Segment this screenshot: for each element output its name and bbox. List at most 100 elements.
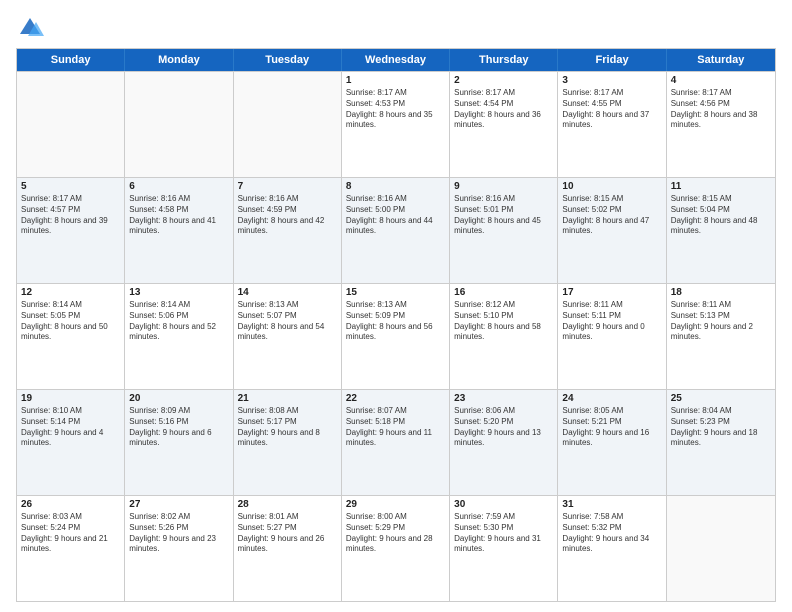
- cal-cell-empty: [234, 72, 342, 177]
- day-number: 31: [562, 499, 661, 510]
- cal-cell-day-7: 7Sunrise: 8:16 AM Sunset: 4:59 PM Daylig…: [234, 178, 342, 283]
- day-number: 22: [346, 393, 445, 404]
- day-number: 27: [129, 499, 228, 510]
- day-info: Sunrise: 8:13 AM Sunset: 5:09 PM Dayligh…: [346, 300, 445, 343]
- day-info: Sunrise: 8:05 AM Sunset: 5:21 PM Dayligh…: [562, 406, 661, 449]
- day-info: Sunrise: 8:11 AM Sunset: 5:11 PM Dayligh…: [562, 300, 661, 343]
- day-number: 21: [238, 393, 337, 404]
- cal-cell-day-11: 11Sunrise: 8:15 AM Sunset: 5:04 PM Dayli…: [667, 178, 775, 283]
- day-number: 15: [346, 287, 445, 298]
- day-info: Sunrise: 8:13 AM Sunset: 5:07 PM Dayligh…: [238, 300, 337, 343]
- cal-header-monday: Monday: [125, 49, 233, 71]
- day-number: 30: [454, 499, 553, 510]
- calendar-header-row: SundayMondayTuesdayWednesdayThursdayFrid…: [17, 49, 775, 71]
- cal-cell-day-12: 12 Sunrise: 8:14 AM Sunset: 5:05 PM Dayli…: [17, 284, 125, 389]
- cal-header-friday: Friday: [558, 49, 666, 71]
- day-info: Sunrise: 8:17 AM Sunset: 4:56 PM Dayligh…: [671, 88, 771, 131]
- day-info: Sunrise: 8:17 AM Sunset: 4:53 PM Dayligh…: [346, 88, 445, 131]
- day-number: 17: [562, 287, 661, 298]
- day-number: 16: [454, 287, 553, 298]
- logo: [16, 14, 48, 42]
- day-info: Sunrise: 8:17 AM Sunset: 4:54 PM Dayligh…: [454, 88, 553, 131]
- day-number: 10: [562, 181, 661, 192]
- cal-cell-day-1: 1 Sunrise: 8:17 AM Sunset: 4:53 PM Daylig…: [342, 72, 450, 177]
- cal-cell-day-19: 19 Sunrise: 8:10 AM Sunset: 5:14 PM Dayli…: [17, 390, 125, 495]
- cal-cell-day-20: 20 Sunrise: 8:09 AM Sunset: 5:16 PM Dayli…: [125, 390, 233, 495]
- cal-cell-day-28: 28 Sunrise: 8:01 AM Sunset: 5:27 PM Dayli…: [234, 496, 342, 601]
- day-number: 9: [454, 181, 553, 192]
- cal-header-wednesday: Wednesday: [342, 49, 450, 71]
- day-info: Sunrise: 8:01 AM Sunset: 5:27 PM Dayligh…: [238, 512, 337, 555]
- cal-cell-day-5: 5Sunrise: 8:17 AM Sunset: 4:57 PM Daylig…: [17, 178, 125, 283]
- day-info: Sunrise: 8:16 AM Sunset: 5:00 PM Dayligh…: [346, 194, 445, 237]
- day-number: 12: [21, 287, 120, 298]
- day-info: Sunrise: 8:04 AM Sunset: 5:23 PM Dayligh…: [671, 406, 771, 449]
- cal-header-sunday: Sunday: [17, 49, 125, 71]
- cal-row-3: 19 Sunrise: 8:10 AM Sunset: 5:14 PM Dayli…: [17, 389, 775, 495]
- day-number: 11: [671, 181, 771, 192]
- calendar: SundayMondayTuesdayWednesdayThursdayFrid…: [16, 48, 776, 602]
- cal-cell-day-30: 30 Sunrise: 7:59 AM Sunset: 5:30 PM Dayli…: [450, 496, 558, 601]
- day-number: 1: [346, 75, 445, 86]
- cal-cell-day-13: 13 Sunrise: 8:14 AM Sunset: 5:06 PM Dayli…: [125, 284, 233, 389]
- cal-header-thursday: Thursday: [450, 49, 558, 71]
- cal-cell-day-21: 21Sunrise: 8:08 AM Sunset: 5:17 PM Dayli…: [234, 390, 342, 495]
- cal-cell-day-10: 10 Sunrise: 8:15 AM Sunset: 5:02 PM Dayli…: [558, 178, 666, 283]
- day-info: Sunrise: 8:10 AM Sunset: 5:14 PM Dayligh…: [21, 406, 120, 449]
- calendar-body: 1 Sunrise: 8:17 AM Sunset: 4:53 PM Daylig…: [17, 71, 775, 601]
- cal-cell-day-18: 18 Sunrise: 8:11 AM Sunset: 5:13 PM Dayli…: [667, 284, 775, 389]
- day-number: 20: [129, 393, 228, 404]
- day-number: 14: [238, 287, 337, 298]
- day-info: Sunrise: 8:17 AM Sunset: 4:57 PM Dayligh…: [21, 194, 120, 237]
- day-info: Sunrise: 8:14 AM Sunset: 5:06 PM Dayligh…: [129, 300, 228, 343]
- day-number: 19: [21, 393, 120, 404]
- day-number: 3: [562, 75, 661, 86]
- cal-row-1: 5Sunrise: 8:17 AM Sunset: 4:57 PM Daylig…: [17, 177, 775, 283]
- day-number: 4: [671, 75, 771, 86]
- day-number: 28: [238, 499, 337, 510]
- cal-cell-day-4: 4 Sunrise: 8:17 AM Sunset: 4:56 PM Daylig…: [667, 72, 775, 177]
- cal-cell-day-22: 22 Sunrise: 8:07 AM Sunset: 5:18 PM Dayli…: [342, 390, 450, 495]
- cal-cell-day-3: 3 Sunrise: 8:17 AM Sunset: 4:55 PM Daylig…: [558, 72, 666, 177]
- day-info: Sunrise: 8:15 AM Sunset: 5:02 PM Dayligh…: [562, 194, 661, 237]
- day-info: Sunrise: 8:17 AM Sunset: 4:55 PM Dayligh…: [562, 88, 661, 131]
- day-number: 29: [346, 499, 445, 510]
- day-info: Sunrise: 8:16 AM Sunset: 5:01 PM Dayligh…: [454, 194, 553, 237]
- cal-cell-day-27: 27 Sunrise: 8:02 AM Sunset: 5:26 PM Dayli…: [125, 496, 233, 601]
- day-info: Sunrise: 8:07 AM Sunset: 5:18 PM Dayligh…: [346, 406, 445, 449]
- cal-cell-day-6: 6Sunrise: 8:16 AM Sunset: 4:58 PM Daylig…: [125, 178, 233, 283]
- cal-header-tuesday: Tuesday: [234, 49, 342, 71]
- cal-header-saturday: Saturday: [667, 49, 775, 71]
- day-number: 18: [671, 287, 771, 298]
- day-number: 26: [21, 499, 120, 510]
- cal-cell-day-26: 26 Sunrise: 8:03 AM Sunset: 5:24 PM Dayli…: [17, 496, 125, 601]
- cal-row-4: 26 Sunrise: 8:03 AM Sunset: 5:24 PM Dayli…: [17, 495, 775, 601]
- day-info: Sunrise: 7:59 AM Sunset: 5:30 PM Dayligh…: [454, 512, 553, 555]
- day-info: Sunrise: 7:58 AM Sunset: 5:32 PM Dayligh…: [562, 512, 661, 555]
- day-info: Sunrise: 8:14 AM Sunset: 5:05 PM Dayligh…: [21, 300, 120, 343]
- cal-cell-day-29: 29 Sunrise: 8:00 AM Sunset: 5:29 PM Dayli…: [342, 496, 450, 601]
- cal-cell-day-25: 25Sunrise: 8:04 AM Sunset: 5:23 PM Dayli…: [667, 390, 775, 495]
- day-number: 7: [238, 181, 337, 192]
- cal-cell-empty: [667, 496, 775, 601]
- cal-cell-day-31: 31 Sunrise: 7:58 AM Sunset: 5:32 PM Dayli…: [558, 496, 666, 601]
- day-info: Sunrise: 8:16 AM Sunset: 4:58 PM Dayligh…: [129, 194, 228, 237]
- cal-cell-day-9: 9 Sunrise: 8:16 AM Sunset: 5:01 PM Daylig…: [450, 178, 558, 283]
- logo-icon: [16, 14, 44, 42]
- day-number: 13: [129, 287, 228, 298]
- day-info: Sunrise: 8:11 AM Sunset: 5:13 PM Dayligh…: [671, 300, 771, 343]
- day-info: Sunrise: 8:03 AM Sunset: 5:24 PM Dayligh…: [21, 512, 120, 555]
- cal-cell-day-14: 14 Sunrise: 8:13 AM Sunset: 5:07 PM Dayli…: [234, 284, 342, 389]
- day-number: 23: [454, 393, 553, 404]
- day-info: Sunrise: 8:00 AM Sunset: 5:29 PM Dayligh…: [346, 512, 445, 555]
- cal-cell-day-16: 16 Sunrise: 8:12 AM Sunset: 5:10 PM Dayli…: [450, 284, 558, 389]
- page: SundayMondayTuesdayWednesdayThursdayFrid…: [0, 0, 792, 612]
- cal-cell-empty: [17, 72, 125, 177]
- day-info: Sunrise: 8:02 AM Sunset: 5:26 PM Dayligh…: [129, 512, 228, 555]
- day-info: Sunrise: 8:09 AM Sunset: 5:16 PM Dayligh…: [129, 406, 228, 449]
- cal-cell-day-17: 17 Sunrise: 8:11 AM Sunset: 5:11 PM Dayli…: [558, 284, 666, 389]
- header: [16, 10, 776, 42]
- cal-cell-day-15: 15 Sunrise: 8:13 AM Sunset: 5:09 PM Dayli…: [342, 284, 450, 389]
- day-info: Sunrise: 8:12 AM Sunset: 5:10 PM Dayligh…: [454, 300, 553, 343]
- cal-cell-day-23: 23Sunrise: 8:06 AM Sunset: 5:20 PM Dayli…: [450, 390, 558, 495]
